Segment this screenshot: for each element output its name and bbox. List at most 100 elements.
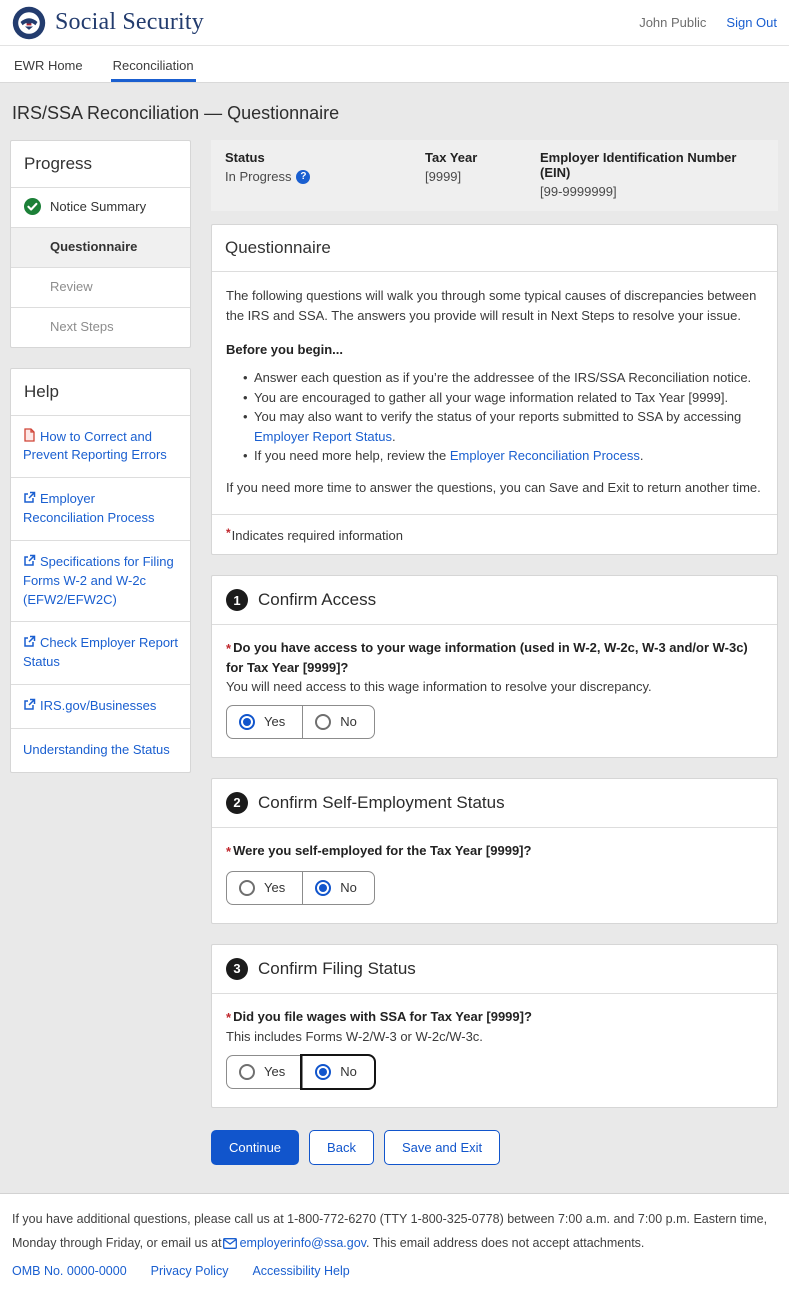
status-help-icon[interactable]: ? <box>296 170 310 184</box>
help-link-understanding-status[interactable]: Understanding the Status <box>11 728 190 772</box>
progress-item-notice-summary[interactable]: Notice Summary <box>11 187 190 227</box>
envelope-icon <box>223 1238 237 1249</box>
progress-item-label: Notice Summary <box>50 199 146 214</box>
sign-out-link[interactable]: Sign Out <box>726 15 777 30</box>
question-3-text: *Did you file wages with SSA for Tax Yea… <box>226 1008 763 1028</box>
help-link-check-report-status[interactable]: Check Employer Report Status <box>11 621 190 684</box>
question-3-no-radio[interactable]: No <box>302 1056 374 1088</box>
list-item: You are encouraged to gather all your wa… <box>254 388 763 408</box>
back-button[interactable]: Back <box>309 1130 374 1165</box>
radio-label: Yes <box>264 1064 285 1079</box>
before-you-begin-list: Answer each question as if you’re the ad… <box>226 368 763 466</box>
radio-unselected-icon <box>315 714 331 730</box>
question-3-yes-radio[interactable]: Yes <box>227 1056 302 1088</box>
required-asterisk: * <box>226 641 231 656</box>
continue-button[interactable]: Continue <box>211 1130 299 1165</box>
question-3-heading: Confirm Filing Status <box>258 959 416 979</box>
nav-item-reconciliation[interactable]: Reconciliation <box>111 46 196 82</box>
help-link-specifications-w2[interactable]: Specifications for Filing Forms W-2 and … <box>11 540 190 622</box>
help-link-label: Understanding the Status <box>23 742 170 757</box>
question-2-heading: Confirm Self-Employment Status <box>258 793 505 813</box>
external-link-icon <box>23 491 36 504</box>
progress-item-next-steps: Next Steps <box>11 307 190 347</box>
question-1-radio-group: Yes No <box>226 705 375 739</box>
accessibility-help-link[interactable]: Accessibility Help <box>252 1260 349 1284</box>
question-2-no-radio[interactable]: No <box>302 872 374 904</box>
ssa-seal-icon <box>12 6 46 40</box>
question-1-yes-radio[interactable]: Yes <box>227 706 302 738</box>
help-panel: Help How to Correct and Prevent Reportin… <box>10 368 191 773</box>
questionnaire-title: Questionnaire <box>212 225 777 271</box>
question-3-radio-group: Yes No <box>226 1055 375 1089</box>
tax-year-label: Tax Year <box>425 150 540 165</box>
user-name: John Public <box>639 15 706 30</box>
bullet-text: You are encouraged to gather all your wa… <box>254 390 728 405</box>
question-3-hint: This includes Forms W-2/W-3 or W-2c/W-3c… <box>226 1028 763 1046</box>
radio-label: No <box>340 1064 357 1079</box>
radio-unselected-icon <box>239 1064 255 1080</box>
ein-value: [99-9999999] <box>540 184 617 199</box>
bullet-text: If you need more help, review the <box>254 448 450 463</box>
question-1-no-radio[interactable]: No <box>302 706 374 738</box>
footer-links: OMB No. 0000-0000 Privacy Policy Accessi… <box>12 1260 777 1284</box>
help-link-label: Employer Reconciliation Process <box>23 491 155 525</box>
privacy-policy-link[interactable]: Privacy Policy <box>151 1260 229 1284</box>
employer-report-status-link[interactable]: Employer Report Status <box>254 429 392 444</box>
question-1-panel: 1 Confirm Access *Do you have access to … <box>211 575 778 758</box>
progress-item-review: Review <box>11 267 190 307</box>
question-2-radio-group: Yes No <box>226 871 375 905</box>
step-3-number-icon: 3 <box>226 958 248 980</box>
list-item: Answer each question as if you’re the ad… <box>254 368 763 388</box>
external-link-icon <box>23 554 36 567</box>
footer-text: . This email address does not accept att… <box>366 1236 644 1250</box>
brand-title: Social Security <box>55 9 204 36</box>
question-2-panel: 2 Confirm Self-Employment Status *Were y… <box>211 778 778 924</box>
tax-year-value: [9999] <box>425 169 461 184</box>
nav-item-ewr-home[interactable]: EWR Home <box>12 46 85 82</box>
list-item: You may also want to verify the status o… <box>254 407 763 446</box>
email-link[interactable]: employerinfo@ssa.gov <box>240 1236 366 1250</box>
question-2-text: *Were you self-employed for the Tax Year… <box>226 842 763 862</box>
required-asterisk: * <box>226 1010 231 1025</box>
radio-label: No <box>340 880 357 895</box>
employer-reconciliation-process-link[interactable]: Employer Reconciliation Process <box>450 448 640 463</box>
intro-paragraph: The following questions will walk you th… <box>226 286 763 326</box>
main-column: Status In Progress ? Tax Year [9999] Emp… <box>211 140 778 1165</box>
app-header: Social Security John Public Sign Out <box>0 0 789 46</box>
radio-label: Yes <box>264 714 285 729</box>
external-link-icon <box>23 698 36 711</box>
help-title: Help <box>11 369 190 415</box>
help-link-label: How to Correct and Prevent Reporting Err… <box>23 429 167 463</box>
progress-panel: Progress Notice Summary Questionnaire Re… <box>10 140 191 348</box>
radio-selected-icon <box>315 1064 331 1080</box>
required-asterisk: * <box>226 844 231 859</box>
save-and-exit-button[interactable]: Save and Exit <box>384 1130 500 1165</box>
status-label: Status <box>225 150 425 165</box>
help-link-correct-prevent-errors[interactable]: How to Correct and Prevent Reporting Err… <box>11 415 190 478</box>
external-link-icon <box>23 635 36 648</box>
omb-number-link[interactable]: OMB No. 0000-0000 <box>12 1260 127 1284</box>
bullet-suffix: . <box>640 448 644 463</box>
help-link-reconciliation-process[interactable]: Employer Reconciliation Process <box>11 477 190 540</box>
progress-item-questionnaire[interactable]: Questionnaire <box>11 227 190 267</box>
status-value: In Progress <box>225 169 291 184</box>
ein-label: Employer Identification Number (EIN) <box>540 150 764 180</box>
question-1-text: *Do you have access to your wage informa… <box>226 639 763 678</box>
bullet-text: You may also want to verify the status o… <box>254 409 741 424</box>
sidebar: Progress Notice Summary Questionnaire Re… <box>10 140 191 773</box>
save-exit-note: If you need more time to answer the ques… <box>226 478 763 498</box>
radio-label: No <box>340 714 357 729</box>
help-link-label: Specifications for Filing Forms W-2 and … <box>23 554 174 607</box>
help-link-irs-gov-businesses[interactable]: IRS.gov/Businesses <box>11 684 190 728</box>
progress-item-label: Questionnaire <box>50 239 137 254</box>
required-legend: *Indicates required information <box>212 514 777 554</box>
check-circle-icon <box>24 198 41 215</box>
question-2-yes-radio[interactable]: Yes <box>227 872 302 904</box>
step-2-number-icon: 2 <box>226 792 248 814</box>
list-item: If you need more help, review the Employ… <box>254 446 763 466</box>
form-actions: Continue Back Save and Exit <box>211 1130 778 1165</box>
questionnaire-intro: The following questions will walk you th… <box>212 271 777 514</box>
questionnaire-panel: Questionnaire The following questions wi… <box>211 224 778 555</box>
required-note: Indicates required information <box>232 528 403 543</box>
question-3-panel: 3 Confirm Filing Status *Did you file wa… <box>211 944 778 1108</box>
